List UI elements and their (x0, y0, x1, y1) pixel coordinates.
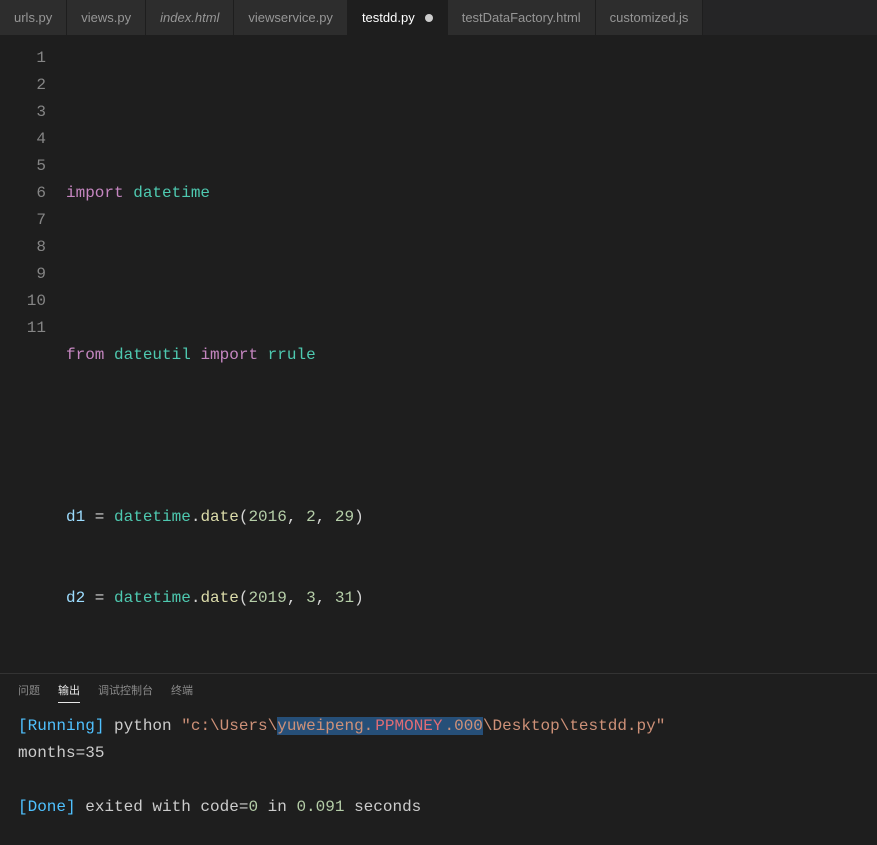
line-number: 2 (0, 72, 66, 99)
code-line: import datetime (66, 180, 877, 207)
panel-tab-output[interactable]: 输出 (58, 682, 80, 703)
editor-tab[interactable]: viewservice.py (234, 0, 348, 35)
editor-tab[interactable]: urls.py (0, 0, 67, 35)
keyword-import: import (200, 346, 258, 364)
line-number: 6 (0, 180, 66, 207)
tab-label: urls.py (14, 10, 52, 25)
editor-tab[interactable]: testdd.py (348, 0, 448, 35)
code-line (66, 423, 877, 450)
tab-bar: urls.py views.py index.html viewservice.py t… (0, 0, 877, 35)
output-panel[interactable]: [Running] python "c:\Users\yuweipeng.PPM… (0, 709, 877, 845)
line-number: 1 (0, 45, 66, 72)
line-number: 5 (0, 153, 66, 180)
panel-tab-problems[interactable]: 问题 (18, 682, 40, 703)
dirty-indicator-icon (425, 14, 433, 22)
line-number: 7 (0, 207, 66, 234)
line-number: 11 (0, 315, 66, 342)
editor-tab[interactable]: index.html (146, 0, 234, 35)
code-line: d2 = datetime.date(2019, 3, 31) (66, 585, 877, 612)
tab-label: views.py (81, 10, 131, 25)
code-line: d1 = datetime.date(2016, 2, 29) (66, 504, 877, 531)
redacted-text: PPMONEY (373, 717, 444, 735)
line-number: 4 (0, 126, 66, 153)
module-name: rrule (268, 346, 316, 364)
editor-tab[interactable]: views.py (67, 0, 146, 35)
line-number: 9 (0, 261, 66, 288)
output-running-tag: [Running] (18, 717, 104, 735)
line-number: 10 (0, 288, 66, 315)
module-name: datetime (133, 184, 210, 202)
keyword-import: import (66, 184, 124, 202)
output-result: months=35 (18, 744, 104, 762)
panel-tab-bar: 问题 输出 调试控制台 终端 (0, 674, 877, 709)
panel-tab-debug[interactable]: 调试控制台 (98, 682, 153, 703)
editor[interactable]: 1234567891011 import datetime from dateu… (0, 35, 877, 673)
code-line (66, 99, 877, 126)
variable: d2 (66, 589, 85, 607)
line-gutter: 1234567891011 (0, 35, 66, 673)
panel-tab-terminal[interactable]: 终端 (171, 682, 193, 703)
variable: d1 (66, 508, 85, 526)
code-line (66, 666, 877, 673)
editor-tab[interactable]: testDataFactory.html (448, 0, 596, 35)
tab-label: viewservice.py (248, 10, 333, 25)
tab-label: index.html (160, 10, 219, 25)
tab-label: testDataFactory.html (462, 10, 581, 25)
output-done-tag: [Done] (18, 798, 76, 816)
bottom-panel: 问题 输出 调试控制台 终端 [Running] python "c:\User… (0, 673, 877, 845)
tab-label: testdd.py (362, 10, 415, 25)
line-number: 3 (0, 99, 66, 126)
keyword-from: from (66, 346, 104, 364)
tab-label: customized.js (610, 10, 689, 25)
code-line (66, 261, 877, 288)
code-area[interactable]: import datetime from dateutil import rru… (66, 35, 877, 673)
editor-tab[interactable]: customized.js (596, 0, 704, 35)
code-line: from dateutil import rrule (66, 342, 877, 369)
line-number: 8 (0, 234, 66, 261)
module-name: dateutil (114, 346, 191, 364)
